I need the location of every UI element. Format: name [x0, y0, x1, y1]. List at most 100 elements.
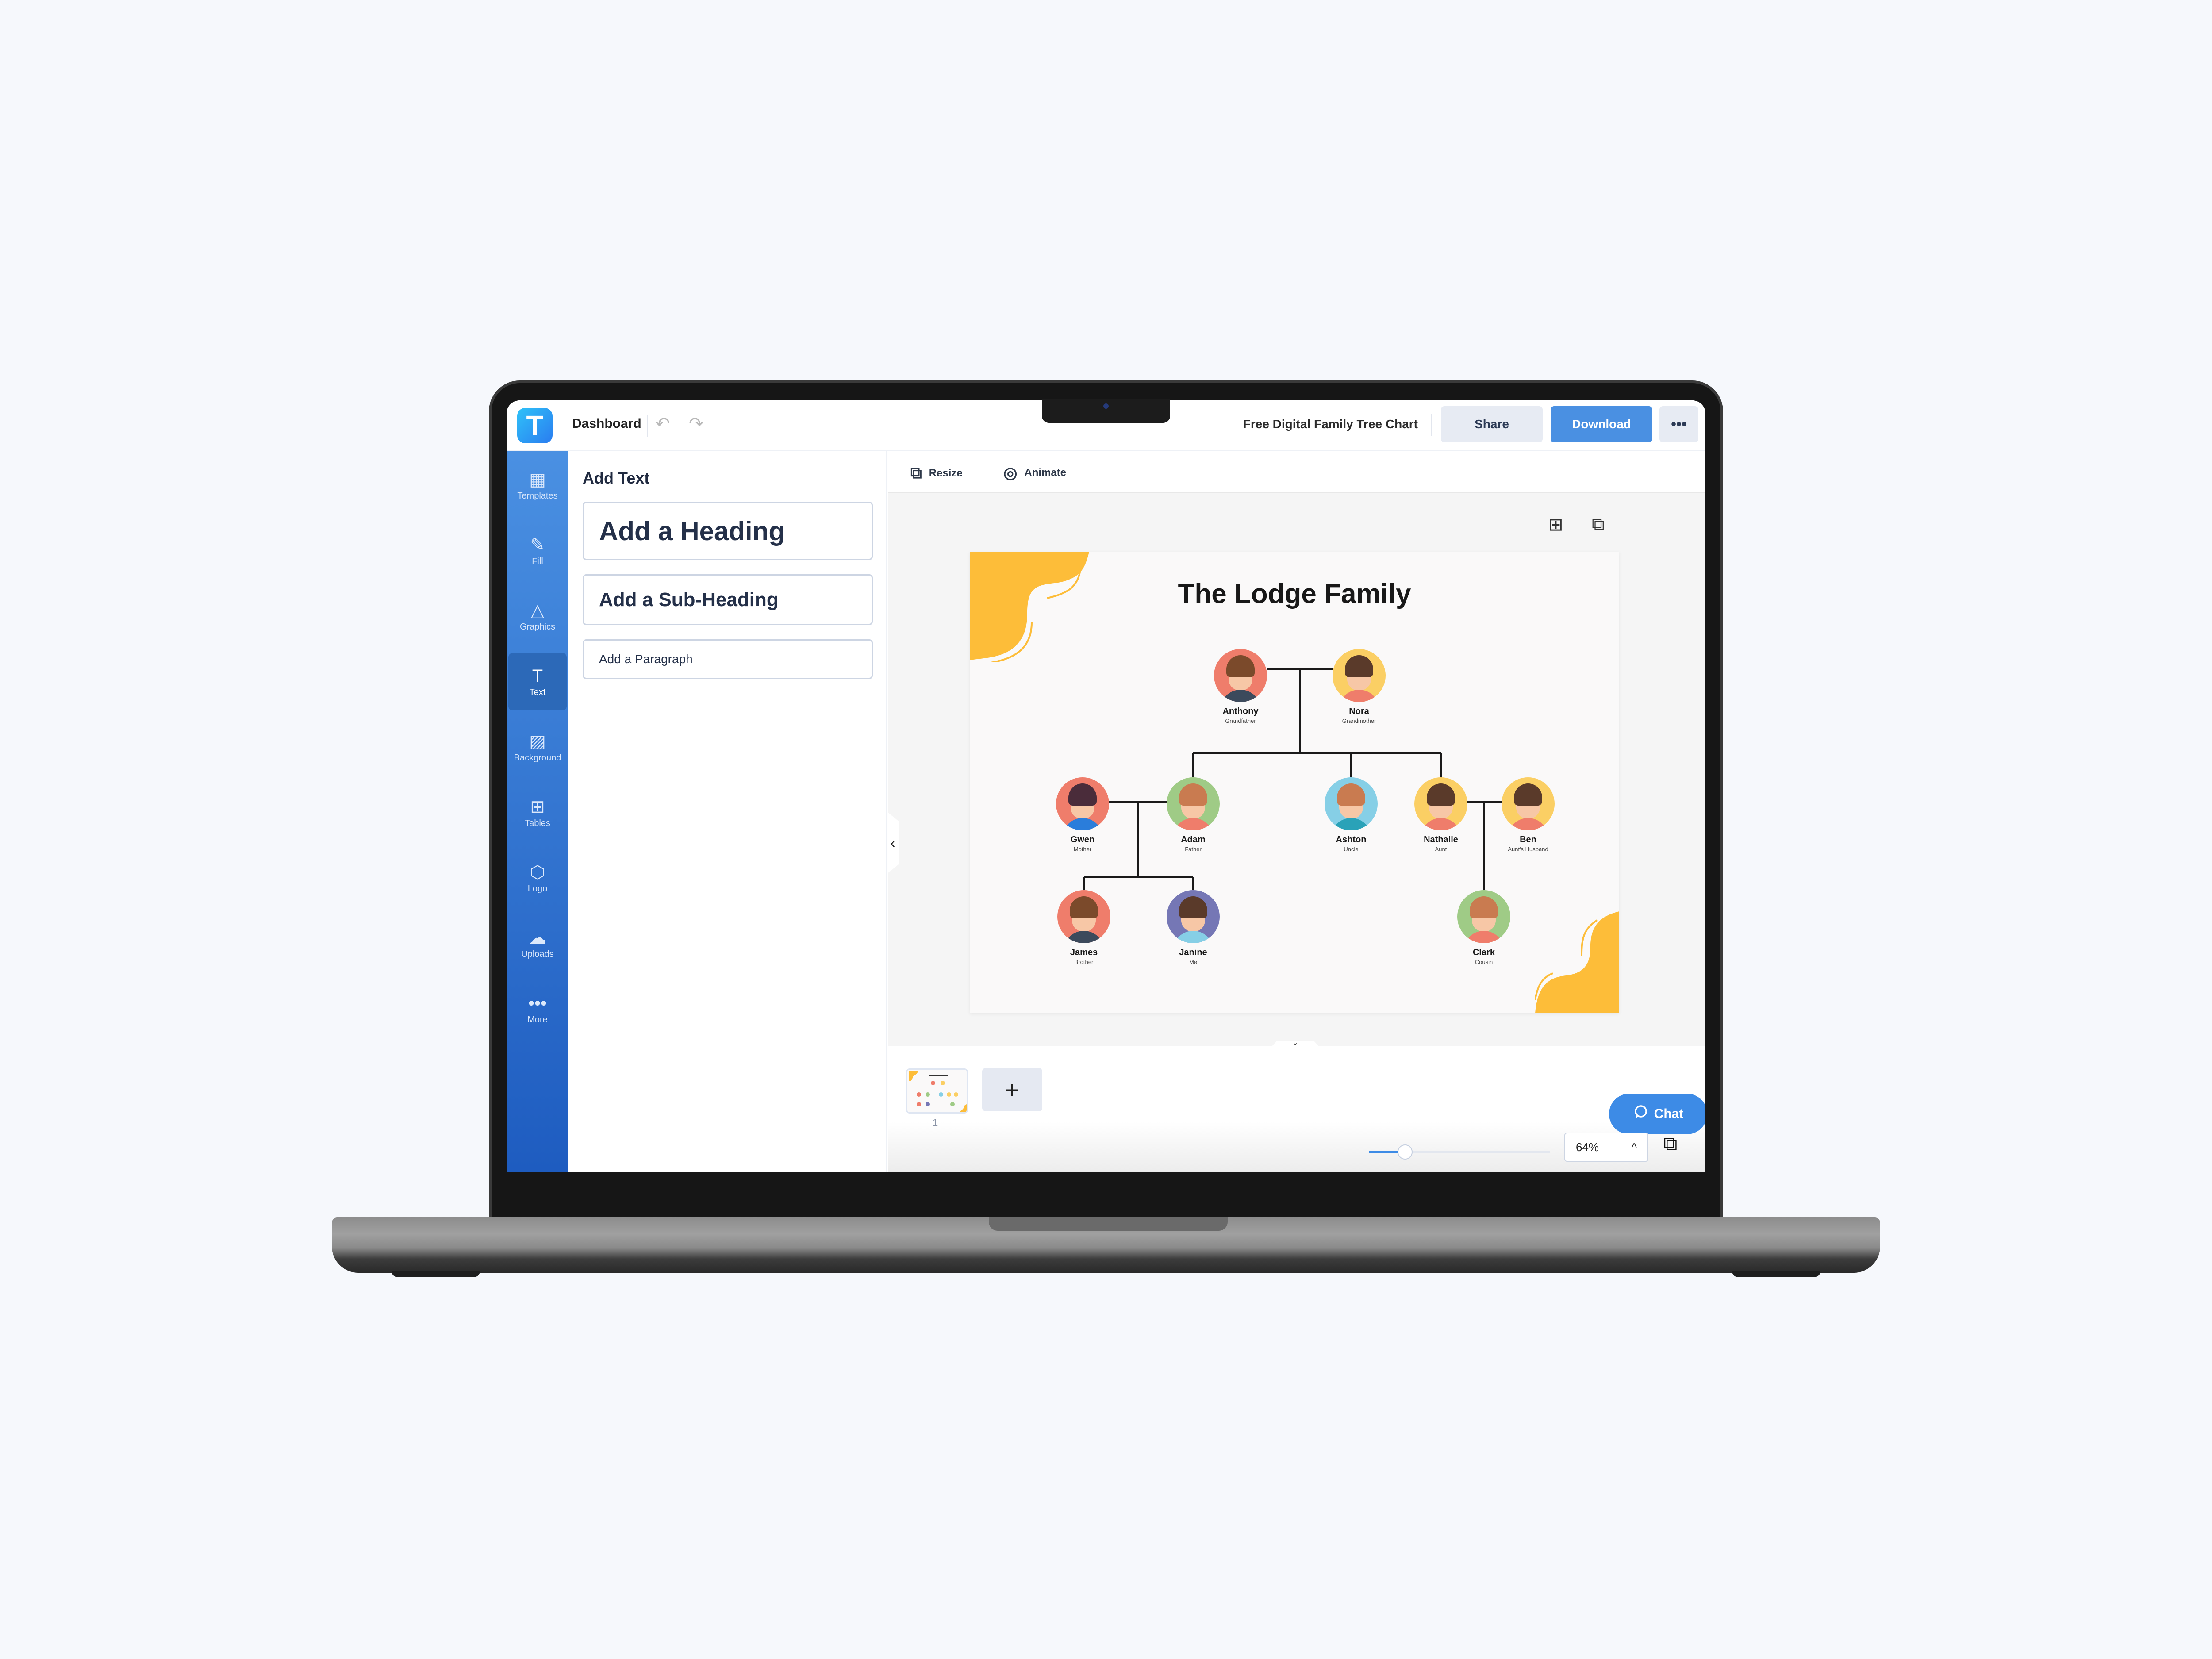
add-heading-button[interactable]: Add a Heading	[583, 502, 873, 560]
person-card[interactable]: Ben Aunt's Husband	[1475, 777, 1581, 853]
person-role: Mother	[1073, 846, 1092, 853]
person-card[interactable]: Adam Father	[1140, 777, 1246, 853]
camera-notch	[1042, 399, 1170, 423]
add-page-button[interactable]: +	[982, 1068, 1042, 1111]
sidebar-item-more[interactable]: ••• More	[508, 980, 567, 1038]
app-screen: T Dashboard ↶ ↷ Free Digital Family Tree…	[507, 400, 1705, 1172]
page-number: 1	[933, 1117, 938, 1128]
zoom-slider-handle[interactable]	[1398, 1144, 1413, 1160]
resize-button[interactable]: ⧉ Resize	[910, 464, 963, 483]
add-text-panel: Add Text Add a Heading Add a Sub-Heading…	[568, 451, 887, 1172]
background-icon: ▨	[529, 731, 546, 751]
dashboard-link[interactable]: Dashboard	[572, 416, 641, 431]
person-role: Me	[1189, 959, 1198, 965]
laptop-hinge-notch	[989, 1217, 1228, 1231]
sidebar-item-tables[interactable]: ⊞ Tables	[508, 784, 567, 841]
sidebar-item-fill[interactable]: ✎ Fill	[508, 522, 567, 580]
animate-button[interactable]: ◎ Animate	[1003, 464, 1066, 482]
hair-illustration	[1226, 655, 1255, 677]
animate-label: Animate	[1024, 467, 1067, 479]
sidebar-item-label: Graphics	[519, 622, 556, 632]
person-card[interactable]: James Brother	[1031, 890, 1137, 965]
shirt-illustration	[1064, 931, 1104, 943]
person-role: Brother	[1074, 959, 1094, 965]
sidebar-item-label: Fill	[532, 556, 543, 566]
design-page[interactable]: The Lodge Family Anthony Grandfather Nora G…	[970, 552, 1619, 1013]
person-card[interactable]: Clark Cousin	[1431, 890, 1537, 965]
avatar	[1056, 777, 1109, 830]
avatar	[1167, 777, 1220, 830]
avatar	[1457, 890, 1510, 943]
sidebar-item-graphics[interactable]: △ Graphics	[508, 588, 567, 645]
person-card[interactable]: Anthony Grandfather	[1187, 649, 1294, 724]
shirt-illustration	[1508, 818, 1548, 830]
page-manager-icon[interactable]: ⧉	[1663, 1133, 1677, 1155]
graphics-icon: △	[530, 600, 545, 620]
person-name: James	[1070, 948, 1098, 957]
person-card[interactable]: Nora Grandmother	[1306, 649, 1412, 724]
laptop-foot	[392, 1271, 480, 1277]
person-name: Ben	[1520, 835, 1536, 845]
laptop-base	[332, 1217, 1880, 1273]
person-role: Grandfather	[1225, 718, 1256, 724]
zoom-level-dropdown[interactable]: 64% ^	[1564, 1133, 1648, 1162]
add-subheading-button[interactable]: Add a Sub-Heading	[583, 574, 873, 625]
thumbnail-preview	[909, 1071, 967, 1112]
sidebar-item-label: More	[527, 1014, 548, 1025]
person-name: Janine	[1179, 948, 1207, 957]
person-card[interactable]: Janine Me	[1140, 890, 1246, 965]
shirt-illustration	[1220, 690, 1261, 702]
avatar	[1333, 649, 1386, 702]
text-icon: T	[532, 666, 543, 686]
download-button[interactable]: Download	[1551, 406, 1652, 442]
chat-bubble-icon	[1633, 1105, 1648, 1123]
fill-icon: ✎	[530, 535, 545, 555]
person-name: Nora	[1349, 707, 1369, 716]
undo-icon[interactable]: ↶	[655, 414, 670, 434]
add-page-icon[interactable]: ⊞	[1548, 515, 1563, 535]
document-title[interactable]: Free Digital Family Tree Chart	[1243, 417, 1418, 431]
page-thumbnail[interactable]	[906, 1068, 968, 1114]
avatar	[1502, 777, 1555, 830]
person-card[interactable]: Gwen Mother	[1029, 777, 1136, 853]
person-name: Gwen	[1070, 835, 1095, 845]
collapse-panel-button[interactable]: ‹	[887, 812, 899, 874]
resize-label: Resize	[929, 467, 963, 479]
sidebar-item-background[interactable]: ▨ Background	[508, 718, 567, 776]
chat-label: Chat	[1654, 1106, 1684, 1121]
chat-button[interactable]: Chat	[1609, 1094, 1705, 1134]
avatar	[1167, 890, 1220, 943]
share-button[interactable]: Share	[1441, 406, 1543, 442]
person-role: Cousin	[1475, 959, 1493, 965]
redo-icon[interactable]: ↷	[689, 414, 704, 434]
chevron-left-icon: ‹	[890, 834, 895, 851]
divider	[647, 415, 648, 437]
templates-icon: ▦	[529, 469, 546, 489]
hair-illustration	[1470, 896, 1498, 918]
person-name: Anthony	[1222, 707, 1259, 716]
avatar	[1057, 890, 1110, 943]
sidebar-item-logo[interactable]: ⬡ Logo	[508, 849, 567, 907]
duplicate-page-icon[interactable]: ⧉	[1592, 515, 1605, 534]
more-options-button[interactable]: •••	[1659, 406, 1698, 442]
sidebar-item-text[interactable]: T Text	[508, 653, 567, 710]
sidebar-item-templates[interactable]: ▦ Templates	[508, 457, 567, 514]
hair-illustration	[1345, 655, 1373, 677]
add-paragraph-button[interactable]: Add a Paragraph	[583, 639, 873, 679]
camera-icon	[1103, 403, 1109, 409]
avatar	[1214, 649, 1267, 702]
chevron-up-icon: ^	[1631, 1140, 1637, 1154]
shirt-illustration	[1339, 690, 1379, 702]
hair-illustration	[1070, 896, 1098, 918]
laptop-foot	[1732, 1271, 1820, 1277]
chevron-down-icon: ⌄	[1292, 1039, 1298, 1047]
shirt-illustration	[1463, 931, 1504, 943]
canvas-toolbar: ⧉ Resize ◎ Animate	[888, 451, 1705, 493]
app-logo[interactable]: T	[517, 408, 553, 443]
hair-illustration	[1337, 783, 1365, 806]
zoom-slider[interactable]	[1369, 1144, 1550, 1160]
sidebar-item-uploads[interactable]: ☁ Uploads	[508, 915, 567, 972]
shirt-illustration	[1062, 818, 1103, 830]
bottom-bar: 1 + Chat 64% ^ ⧉	[888, 1046, 1705, 1172]
hair-illustration	[1514, 783, 1542, 806]
